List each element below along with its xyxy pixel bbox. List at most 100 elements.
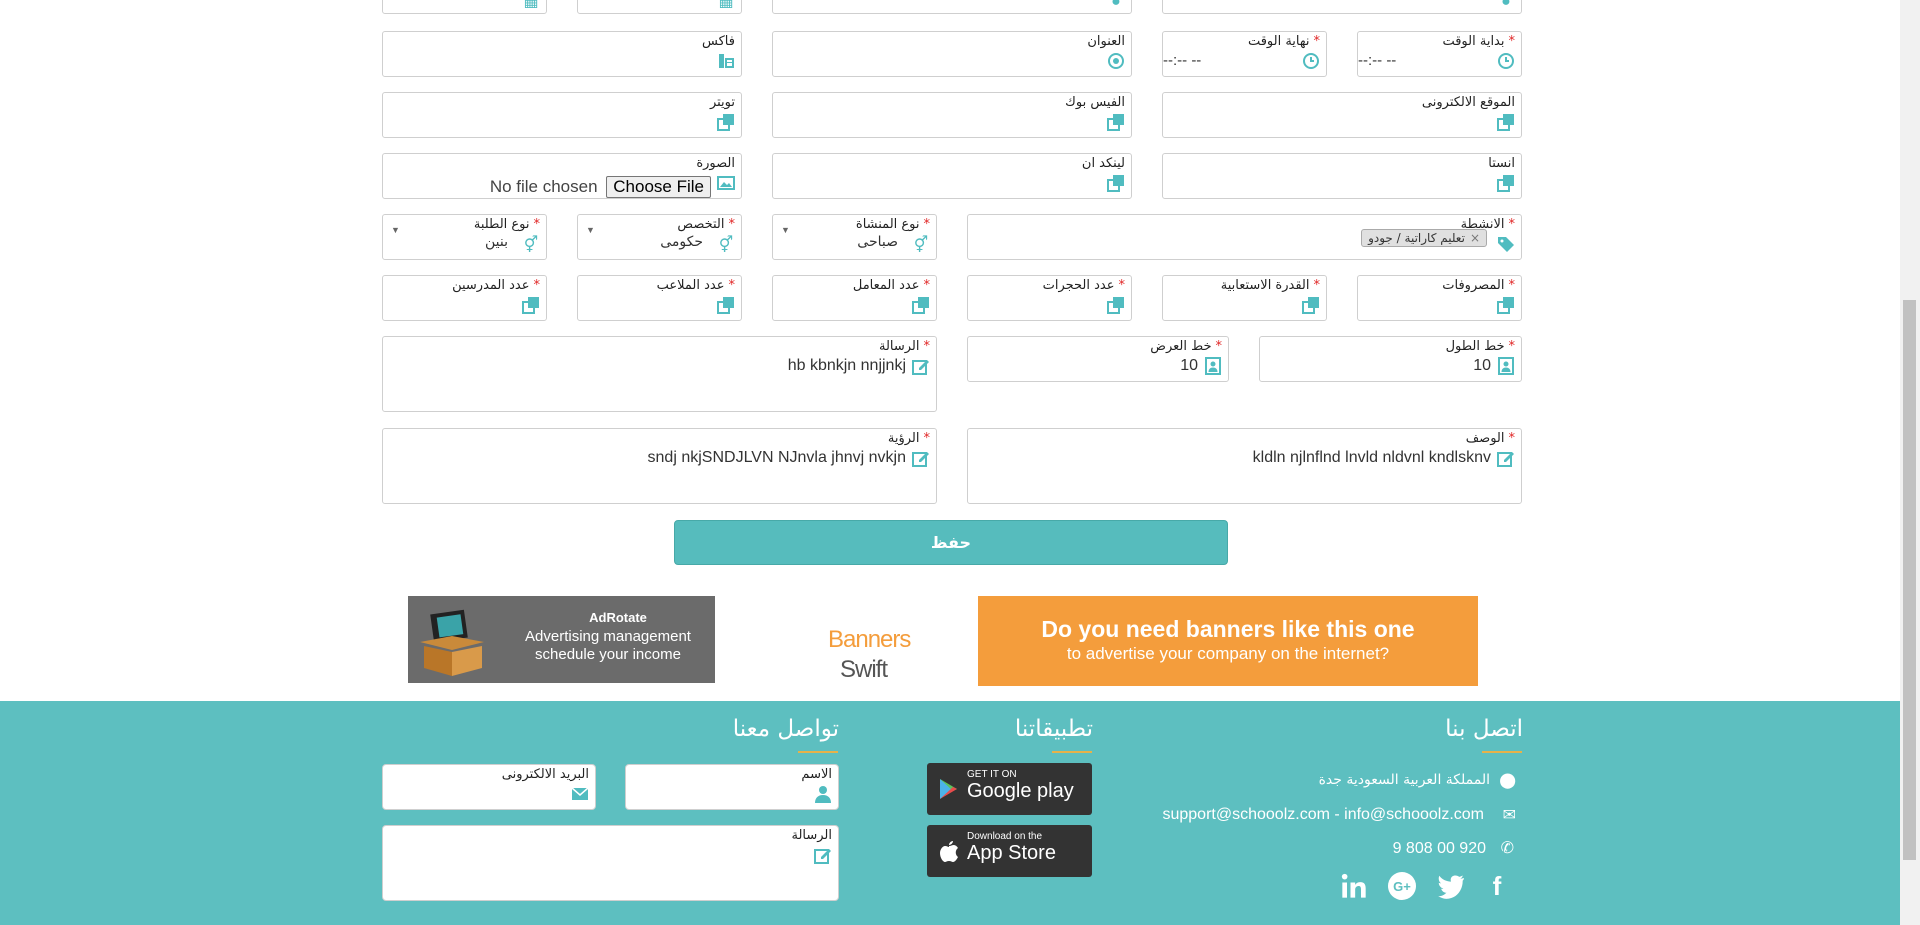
teachers-count-field[interactable]: *عدد المدرسين [382, 275, 547, 321]
contact-email[interactable]: support@schooolz.com - info@schooolz.com [1162, 806, 1484, 824]
google-play-icon [940, 779, 957, 799]
adrotate-banner[interactable]: AdRotate Advertising management schedule … [408, 596, 715, 683]
connect-underline [798, 751, 838, 753]
globe-icon: ● [1111, 0, 1121, 10]
scrollbar-thumb[interactable] [1903, 300, 1916, 860]
description-value[interactable]: kldln njlnflnd lnvld nldvnl kndlsknv [1253, 449, 1491, 467]
message-value[interactable]: hb kbnkjn nnjjnkj [788, 357, 906, 375]
fax-icon [717, 52, 735, 70]
envelope-icon: ✉ [1502, 807, 1516, 824]
google-play-small: GET IT ON [967, 769, 1017, 780]
top-field-1[interactable]: ▦ [382, 0, 547, 14]
website-field[interactable]: الموقع الالكترونى [1162, 92, 1522, 138]
courts-count-label: *عدد الملاعب [656, 278, 735, 293]
edit-icon [814, 846, 832, 864]
contact-name-field[interactable]: الاسم [625, 764, 839, 810]
message-field[interactable]: *الرسالة hb kbnkjn nnjjnkj [382, 336, 937, 412]
message-label: *الرسالة [878, 339, 930, 354]
file-input[interactable]: No file chosen Choose File [490, 176, 711, 198]
top-field-2[interactable]: ▦ [577, 0, 742, 14]
vision-value[interactable]: sndj nkjSNDJLVN NJnvla jhnvj nvkjn [648, 449, 906, 467]
external-link-icon [1107, 174, 1125, 192]
contact-message-field[interactable]: الرسالة [382, 825, 839, 901]
longitude-value[interactable]: 10 [1473, 357, 1491, 375]
image-field[interactable]: الصورة No file chosen Choose File [382, 153, 742, 199]
footer: اتصل بنا المملكة العربية السعودية جدة ⬤ … [0, 701, 1900, 925]
user-id-icon [1204, 357, 1222, 375]
phone-icon: ✆ [1500, 840, 1514, 857]
rooms-count-label: *عدد الحجرات [1042, 278, 1125, 293]
latitude-value[interactable]: 10 [1180, 357, 1198, 375]
contact-email-label: البريد الالكترونى [501, 767, 589, 782]
choose-file-button[interactable]: Choose File [606, 176, 711, 198]
chevron-down-icon[interactable]: ▼ [781, 225, 790, 235]
activity-tag[interactable]: ×تعليم كاراتية / جودو [1361, 229, 1487, 247]
start-time-value[interactable]: --:-- -- [1358, 52, 1396, 69]
linkedin-field[interactable]: لينكد ان [772, 153, 1132, 199]
contact-address: المملكة العربية السعودية جدة [1318, 772, 1490, 788]
students-type-label: *نوع الطلبة [473, 217, 540, 232]
external-link-icon [1497, 296, 1515, 314]
tags-icon [1497, 235, 1515, 253]
labs-count-field[interactable]: *عدد المعامل [772, 275, 937, 321]
facility-type-select[interactable]: *نوع المنشاة ⚥ صباحى ▼ [772, 214, 937, 260]
external-link-icon [522, 296, 540, 314]
insta-field[interactable]: انستا [1162, 153, 1522, 199]
expenses-field[interactable]: *المصروفات [1357, 275, 1522, 321]
courts-count-field[interactable]: *عدد الملاعب [577, 275, 742, 321]
vision-field[interactable]: *الرؤية sndj nkjSNDJLVN NJnvla jhnvj nvk… [382, 428, 937, 504]
image-label: الصورة [696, 156, 735, 171]
capacity-field[interactable]: *القدرة الاستعابية [1162, 275, 1327, 321]
start-time-field[interactable]: *بداية الوقت --:-- -- [1357, 31, 1522, 77]
expenses-label: *المصروفات [1442, 278, 1515, 293]
address-field[interactable]: العنوان [772, 31, 1132, 77]
save-button[interactable]: حفظ [674, 520, 1228, 565]
description-field[interactable]: *الوصف kldln njlnflnd lnvld nldvnl kndls… [967, 428, 1522, 504]
chevron-down-icon[interactable]: ▼ [586, 225, 595, 235]
app-store-small: Download on the [967, 831, 1043, 842]
students-type-value: بنين [484, 234, 508, 250]
edit-icon [912, 449, 930, 467]
twitter-field[interactable]: تويتر [382, 92, 742, 138]
students-type-select[interactable]: *نوع الطلبة ⚥ بنين ▼ [382, 214, 547, 260]
swiftbanners-banner[interactable]: Swift Banners Do you need banners like th… [816, 596, 1478, 686]
labs-count-label: *عدد المعامل [852, 278, 930, 293]
chevron-down-icon[interactable]: ▼ [391, 225, 400, 235]
google-plus-icon[interactable]: G+ [1387, 871, 1417, 901]
top-field-4[interactable]: ● [1162, 0, 1522, 14]
latitude-field[interactable]: *خط العرض 10 [967, 336, 1229, 382]
facebook-field[interactable]: الفيس بوك [772, 92, 1132, 138]
external-link-icon [1302, 296, 1320, 314]
facebook-icon[interactable]: f [1482, 871, 1512, 901]
swiftbanners-headline: Do you need banners like this one [1041, 616, 1415, 642]
apple-icon [940, 841, 958, 862]
longitude-field[interactable]: *خط الطول 10 [1259, 336, 1522, 382]
website-label: الموقع الالكترونى [1421, 95, 1515, 110]
end-time-value[interactable]: --:-- -- [1163, 52, 1201, 69]
twitter-icon[interactable] [1436, 871, 1466, 901]
map-marker-icon: ⬤ [1499, 772, 1516, 789]
linkedin-icon[interactable] [1339, 871, 1369, 901]
contact-email-field[interactable]: البريد الالكترونى [382, 764, 596, 810]
clock-icon [1497, 52, 1515, 70]
vertical-scrollbar[interactable] [1900, 0, 1920, 925]
top-field-3[interactable]: ● [772, 0, 1132, 14]
contact-underline [1482, 751, 1522, 753]
rooms-count-field[interactable]: *عدد الحجرات [967, 275, 1132, 321]
end-time-field[interactable]: *نهاية الوقت --:-- -- [1162, 31, 1327, 77]
google-play-big: Google play [967, 780, 1074, 802]
activities-field[interactable]: *الانشطة ×تعليم كاراتية / جودو [967, 214, 1522, 260]
connect-title: تواصل معنا [732, 716, 839, 742]
app-store-button[interactable]: Download on the App Store [927, 825, 1092, 877]
contact-title: اتصل بنا [1445, 716, 1523, 742]
vision-label: *الرؤية [887, 431, 930, 446]
adrotate-brand: AdRotate [589, 610, 647, 625]
google-play-button[interactable]: GET IT ON Google play [927, 763, 1092, 815]
external-link-icon [1497, 113, 1515, 131]
facility-type-value: صباحى [857, 234, 898, 250]
fax-field[interactable]: فاكس [382, 31, 742, 77]
remove-tag-icon[interactable]: × [1470, 231, 1480, 245]
specialization-select[interactable]: *التخصص ⚥ حكومى ▼ [577, 214, 742, 260]
external-link-icon [1107, 296, 1125, 314]
calendar-icon: ▦ [718, 0, 734, 10]
